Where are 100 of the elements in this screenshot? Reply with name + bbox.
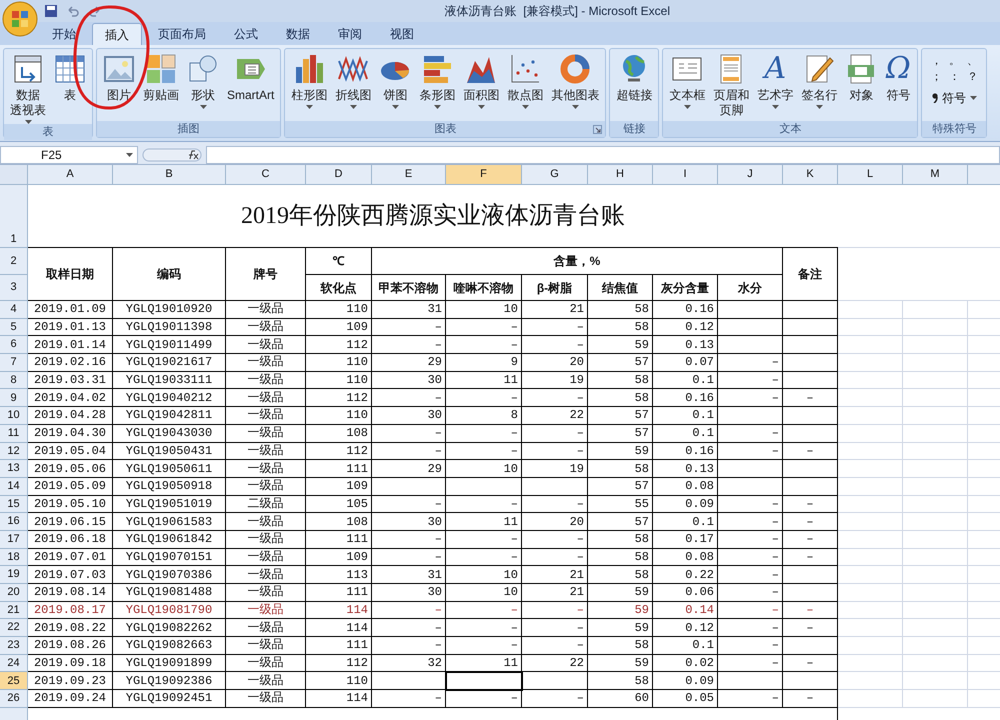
- column-header[interactable]: M: [903, 165, 968, 185]
- row-header[interactable]: 15: [0, 496, 28, 514]
- row-header[interactable]: 19: [0, 566, 28, 584]
- table-cell: 一级品: [226, 584, 306, 602]
- table-cell: 0.16: [653, 442, 718, 460]
- column-header[interactable]: G: [522, 165, 588, 185]
- column-header[interactable]: F: [446, 165, 522, 185]
- table-cell: –: [718, 548, 783, 566]
- active-cell[interactable]: [446, 672, 522, 690]
- dialog-launcher-icon[interactable]: [593, 125, 602, 134]
- table-cell: YGLQ19070386: [113, 566, 226, 584]
- table-cell: [718, 407, 783, 425]
- row-header[interactable]: 11: [0, 424, 28, 442]
- symbol-button[interactable]: 。: [948, 53, 960, 69]
- column-header[interactable]: I: [653, 165, 718, 185]
- ribbon-tab[interactable]: 插入: [92, 23, 142, 45]
- empty-cell: [903, 442, 968, 460]
- ribbon-button[interactable]: 超链接: [612, 49, 656, 121]
- row-header[interactable]: 12: [0, 442, 28, 460]
- column-header[interactable]: C: [226, 165, 306, 185]
- row-header[interactable]: 22: [0, 619, 28, 638]
- ribbon-button[interactable]: 散点图: [503, 49, 548, 121]
- ribbon-tab[interactable]: 审阅: [326, 23, 374, 45]
- ribbon-button[interactable]: 剪贴画: [139, 49, 183, 121]
- table-cell: 2019.05.06: [28, 460, 113, 478]
- ribbon-button[interactable]: 面积图: [459, 49, 504, 121]
- symbol-button[interactable]: 、: [966, 53, 978, 69]
- ribbon-button[interactable]: 数据 透视表: [6, 49, 50, 124]
- row-header[interactable]: 8: [0, 372, 28, 390]
- column-header[interactable]: A: [28, 165, 113, 185]
- row-header[interactable]: 9: [0, 389, 28, 408]
- row-header[interactable]: 5: [0, 318, 28, 336]
- ribbon-button[interactable]: 条形图: [415, 49, 460, 121]
- row-header[interactable]: 2: [0, 248, 28, 275]
- column-header[interactable]: E: [372, 165, 446, 185]
- row-header[interactable]: 24: [0, 654, 28, 672]
- ribbon-button[interactable]: 表: [50, 49, 90, 124]
- row-header[interactable]: 25: [0, 672, 28, 690]
- ribbon-button[interactable]: 其他图表: [547, 49, 604, 121]
- row-header[interactable]: 13: [0, 460, 28, 478]
- ribbon-button[interactable]: 对象: [841, 49, 882, 121]
- symbol-button[interactable]: ？: [966, 69, 978, 85]
- row-header[interactable]: 1: [0, 185, 28, 248]
- ribbon-tab[interactable]: 开始: [40, 23, 88, 45]
- ribbon-button[interactable]: 饼图: [375, 49, 416, 121]
- column-header[interactable]: B: [113, 165, 226, 185]
- ribbon-button[interactable]: A 艺术字: [753, 49, 798, 121]
- symbol-button[interactable]: ，: [930, 53, 942, 69]
- select-all-button[interactable]: [0, 165, 28, 185]
- column-header[interactable]: D: [306, 165, 372, 185]
- table-cell: 29: [372, 460, 446, 478]
- table-cell: YGLQ19010920: [113, 301, 226, 319]
- ribbon-button[interactable]: 签名行: [797, 49, 842, 121]
- row-header[interactable]: 4: [0, 301, 28, 319]
- table-cell: 2019.04.30: [28, 424, 113, 442]
- ribbon-tab[interactable]: 页面布局: [146, 23, 218, 45]
- ribbon-button[interactable]: 折线图: [331, 49, 376, 121]
- symbol-dropdown[interactable]: 符号: [932, 89, 977, 107]
- save-icon[interactable]: [44, 4, 58, 18]
- ribbon-button[interactable]: 页眉和 页脚: [709, 49, 754, 121]
- ribbon-button[interactable]: SmartArt: [223, 49, 278, 121]
- row-header[interactable]: 17: [0, 530, 28, 549]
- fx-icon[interactable]: [142, 146, 202, 162]
- row-header[interactable]: 14: [0, 478, 28, 496]
- ribbon-button[interactable]: 图片: [99, 49, 139, 121]
- row-header[interactable]: 6: [0, 336, 28, 354]
- row-header[interactable]: 26: [0, 690, 28, 708]
- ribbon-button[interactable]: 文本框: [665, 49, 710, 121]
- symbol-button[interactable]: ：: [948, 69, 960, 85]
- row-header[interactable]: 20: [0, 584, 28, 602]
- undo-icon[interactable]: [66, 4, 80, 18]
- symbol-button[interactable]: ；: [930, 69, 942, 85]
- table-cell: 112: [306, 654, 372, 672]
- row-header[interactable]: 18: [0, 548, 28, 566]
- column-header[interactable]: J: [718, 165, 783, 185]
- row-header[interactable]: 16: [0, 513, 28, 531]
- redo-icon[interactable]: [88, 4, 102, 18]
- row-header[interactable]: 21: [0, 602, 28, 620]
- ribbon-button[interactable]: 柱形图: [287, 49, 332, 121]
- ribbon-tab[interactable]: 数据: [274, 23, 322, 45]
- column-header[interactable]: L: [838, 165, 903, 185]
- ribbon-tab[interactable]: 视图: [378, 23, 426, 45]
- ribbon-tab[interactable]: 公式: [222, 23, 270, 45]
- row-header[interactable]: 3: [0, 275, 28, 301]
- ribbon-button[interactable]: Ω 符号: [881, 49, 916, 121]
- table-cell: –: [446, 530, 522, 549]
- column-header[interactable]: K: [783, 165, 838, 185]
- table-cell: 一级品: [226, 690, 306, 708]
- row-header[interactable]: 7: [0, 354, 28, 372]
- column-heading: 编码: [157, 266, 181, 283]
- column-header[interactable]: H: [588, 165, 653, 185]
- table-cell: [783, 407, 838, 425]
- column-header[interactable]: [968, 165, 1000, 185]
- row-header[interactable]: 10: [0, 407, 28, 425]
- formula-field[interactable]: [206, 146, 1000, 164]
- row-header[interactable]: 23: [0, 637, 28, 655]
- ribbon-button[interactable]: 形状: [183, 49, 223, 121]
- name-box[interactable]: F25: [0, 146, 138, 164]
- column-heading: 软化点: [320, 280, 356, 296]
- table-cell: 113: [306, 566, 372, 584]
